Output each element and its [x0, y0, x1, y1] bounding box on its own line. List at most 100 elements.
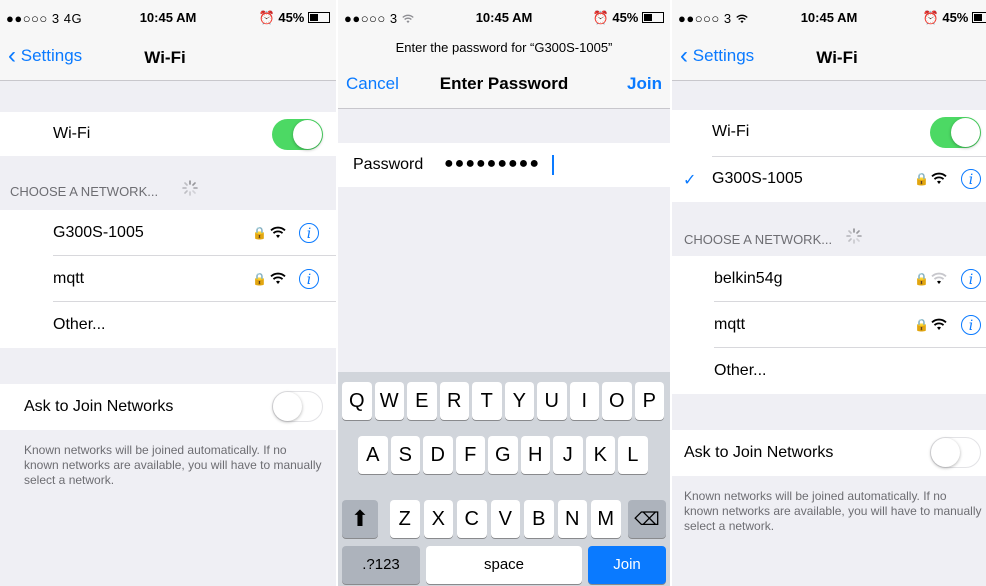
- wifi-label: Wi-Fi: [712, 123, 750, 140]
- other-label: Other...: [714, 362, 767, 379]
- lock-icon: 🔒: [914, 172, 929, 186]
- page-title: Wi-Fi: [144, 48, 186, 67]
- password-prompt: Enter the password for “G300S-1005”: [395, 40, 613, 55]
- wifi-toggle[interactable]: [930, 117, 981, 148]
- key-q[interactable]: Q: [342, 382, 372, 420]
- key-b[interactable]: B: [524, 500, 554, 538]
- shift-key[interactable]: ⬆: [342, 500, 378, 538]
- key-y[interactable]: Y: [504, 382, 534, 420]
- network-name: belkin54g: [714, 270, 783, 287]
- loading-spinner-icon: [182, 180, 198, 196]
- network-name: mqtt: [714, 316, 746, 333]
- network-name: mqtt: [53, 270, 85, 287]
- info-icon[interactable]: i: [961, 315, 981, 335]
- battery-icon: [972, 12, 986, 23]
- key-a[interactable]: A: [358, 436, 388, 474]
- page-title: Enter Password: [439, 74, 569, 93]
- status-bar: ●●○○○ 3 10:45 AM ⏰ 45%: [672, 0, 986, 36]
- key-c[interactable]: C: [457, 500, 487, 538]
- checkmark-icon: ✓: [683, 172, 697, 189]
- key-m[interactable]: M: [591, 500, 621, 538]
- key-x[interactable]: X: [423, 500, 453, 538]
- ask-to-join-toggle[interactable]: [272, 391, 323, 422]
- battery-status: ⏰ 45%: [259, 10, 330, 26]
- page-title: Wi-Fi: [816, 48, 858, 67]
- section-header: CHOOSE A NETWORK...: [10, 184, 159, 199]
- key-l[interactable]: L: [618, 436, 648, 474]
- space-key[interactable]: space: [426, 546, 582, 584]
- footer-note: Known networks will be joined automatica…: [24, 443, 322, 487]
- other-network-row[interactable]: Other...: [672, 348, 986, 394]
- key-d[interactable]: D: [423, 436, 453, 474]
- info-icon[interactable]: i: [299, 269, 319, 289]
- network-row[interactable]: belkin54g 🔒 i: [672, 256, 986, 302]
- password-label: Password: [353, 156, 424, 173]
- wifi-connected-screen: ●●○○○ 3 10:45 AM ⏰ 45% ‹ Settings Wi-Fi …: [672, 0, 986, 586]
- battery-icon: [308, 12, 330, 23]
- key-i[interactable]: I: [569, 382, 599, 420]
- other-label: Other...: [53, 316, 106, 333]
- key-z[interactable]: Z: [390, 500, 420, 538]
- wifi-group: Wi-Fi ✓ G300S-1005 🔒 i: [672, 110, 986, 202]
- numbers-key[interactable]: .?123: [342, 546, 420, 584]
- join-button[interactable]: Join: [627, 74, 662, 94]
- footer-note: Known networks will be joined automatica…: [684, 489, 982, 533]
- key-h[interactable]: H: [520, 436, 550, 474]
- key-k[interactable]: K: [585, 436, 615, 474]
- info-icon[interactable]: i: [299, 223, 319, 243]
- key-w[interactable]: W: [374, 382, 404, 420]
- ask-to-join-row: Ask to Join Networks: [672, 430, 986, 476]
- status-bar: ●●○○○ 3 10:45 AM ⏰ 45%: [338, 0, 670, 36]
- chevron-left-icon: ‹: [680, 42, 688, 69]
- wifi-signal-icon: [931, 318, 947, 330]
- lock-icon: 🔒: [252, 272, 267, 286]
- network-name: G300S-1005: [53, 224, 144, 241]
- key-u[interactable]: U: [537, 382, 567, 420]
- key-n[interactable]: N: [557, 500, 587, 538]
- key-s[interactable]: S: [390, 436, 420, 474]
- wifi-signal-weak-icon: [931, 272, 947, 284]
- lock-icon: 🔒: [252, 226, 267, 240]
- key-t[interactable]: T: [472, 382, 502, 420]
- info-icon[interactable]: i: [961, 169, 981, 189]
- key-p[interactable]: P: [634, 382, 664, 420]
- network-list: belkin54g 🔒 i mqtt 🔒 i Other...: [672, 256, 986, 394]
- key-j[interactable]: J: [553, 436, 583, 474]
- chevron-left-icon: ‹: [8, 42, 16, 69]
- join-key[interactable]: Join: [588, 546, 666, 584]
- ask-to-join-row: Ask to Join Networks: [0, 384, 336, 430]
- key-e[interactable]: E: [407, 382, 437, 420]
- wifi-toggle-row: Wi-Fi: [0, 112, 336, 156]
- other-network-row[interactable]: Other...: [0, 302, 336, 348]
- key-v[interactable]: V: [490, 500, 520, 538]
- battery-status: ⏰ 45%: [593, 10, 664, 26]
- network-list: G300S-1005 🔒 i mqtt 🔒 i Other...: [0, 210, 336, 348]
- wifi-signal-icon: [270, 226, 286, 238]
- wifi-settings-screen: ●●○○○ 3 4G 10:45 AM ⏰ 45% ‹ Settings Wi-…: [0, 0, 336, 586]
- nav-bar: Enter the password for “G300S-1005” Canc…: [338, 36, 670, 109]
- info-icon[interactable]: i: [961, 269, 981, 289]
- key-o[interactable]: O: [602, 382, 632, 420]
- text-caret: [552, 155, 554, 175]
- battery-status: ⏰ 45%: [923, 10, 986, 26]
- key-f[interactable]: F: [455, 436, 485, 474]
- network-name: G300S-1005: [712, 170, 803, 187]
- wifi-label: Wi-Fi: [53, 125, 91, 142]
- connected-network-row[interactable]: ✓ G300S-1005 🔒 i: [672, 157, 986, 202]
- enter-password-screen: ●●○○○ 3 10:45 AM ⏰ 45% Enter the passwor…: [338, 0, 670, 586]
- password-row: Password ●●●●●●●●●: [338, 143, 670, 187]
- lock-icon: 🔒: [914, 272, 929, 286]
- network-row[interactable]: G300S-1005 🔒 i: [0, 210, 336, 256]
- wifi-signal-icon: [931, 172, 947, 184]
- key-r[interactable]: R: [439, 382, 469, 420]
- wifi-toggle[interactable]: [272, 119, 323, 150]
- network-row[interactable]: mqtt 🔒 i: [0, 256, 336, 302]
- nav-bar: ‹ Settings Wi-Fi: [672, 36, 986, 81]
- backspace-key[interactable]: ⌫: [628, 500, 666, 538]
- loading-spinner-icon: [846, 228, 862, 244]
- password-field[interactable]: ●●●●●●●●●: [444, 155, 540, 173]
- status-bar: ●●○○○ 3 4G 10:45 AM ⏰ 45%: [0, 0, 336, 36]
- ask-to-join-toggle[interactable]: [930, 437, 981, 468]
- network-row[interactable]: mqtt 🔒 i: [672, 302, 986, 348]
- key-g[interactable]: G: [488, 436, 518, 474]
